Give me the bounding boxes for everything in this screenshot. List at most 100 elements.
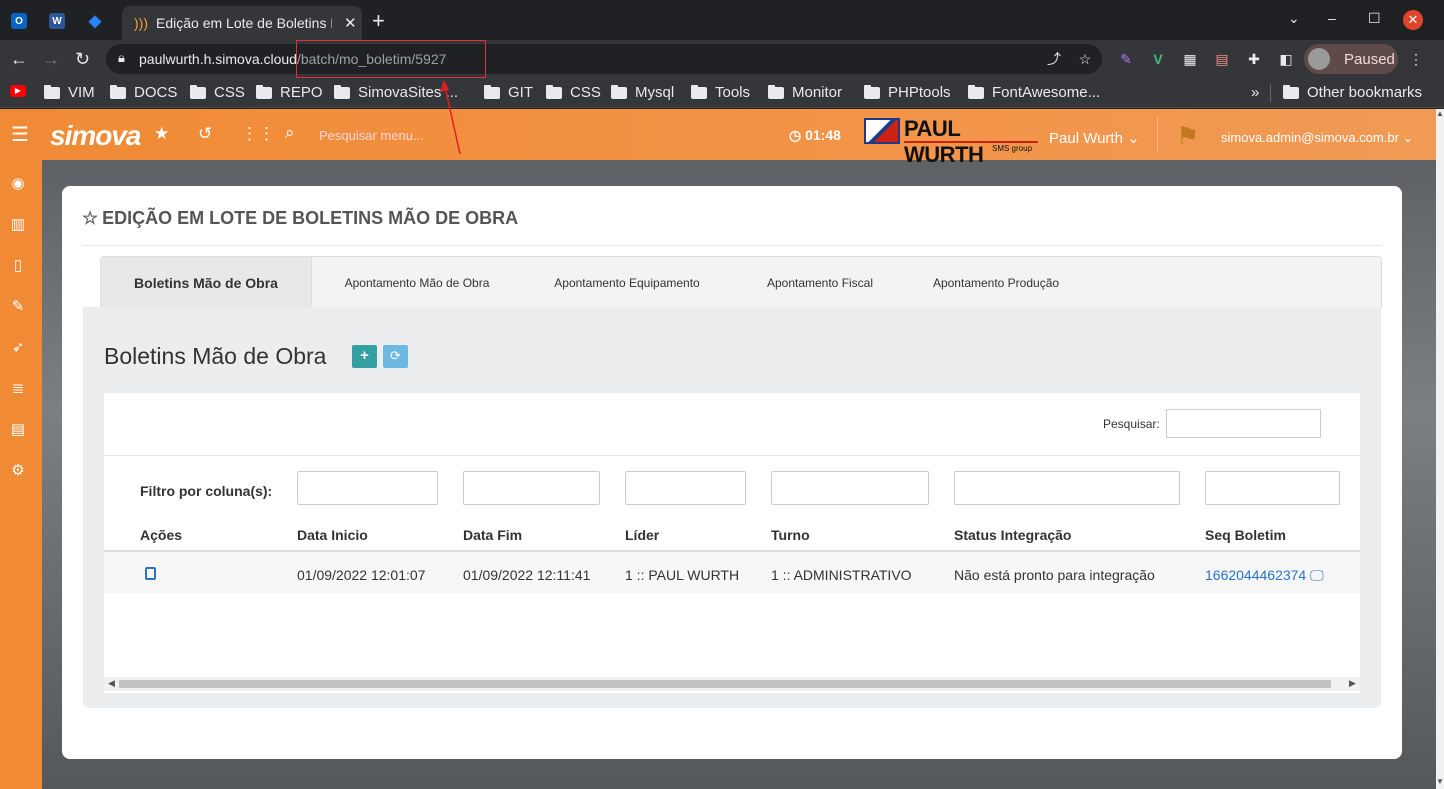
bookmark-folder[interactable]: CSS — [546, 84, 601, 101]
refresh-button[interactable]: ⟳ — [383, 345, 408, 368]
edit-mobile-icon[interactable] — [145, 567, 156, 580]
maximize-button[interactable]: ☐ — [1368, 10, 1381, 27]
filter-data-inicio-input[interactable] — [297, 471, 438, 505]
dashboard-icon[interactable]: ◉ — [9, 174, 27, 192]
column-header-acoes[interactable]: Ações — [140, 527, 182, 543]
bookmark-star-icon[interactable]: ☆ — [1077, 51, 1093, 67]
company-selector[interactable]: Paul Wurth ⌄ — [1049, 129, 1140, 147]
hamburger-menu-icon[interactable]: ☰ — [11, 122, 29, 147]
scrollbar-thumb[interactable] — [119, 680, 1331, 688]
scroll-left-icon[interactable]: ◀ — [108, 678, 115, 689]
tab-apontamento-mao-de-obra[interactable]: Apontamento Mão de Obra — [312, 257, 522, 309]
edit-icon[interactable]: ✎ — [9, 297, 27, 315]
pinned-tab-outlook[interactable]: O — [7, 9, 31, 33]
company-logo-sub: SMS group — [992, 144, 1033, 153]
pinned-tab-word[interactable]: W — [45, 9, 69, 33]
pinned-tab-jira[interactable]: ◆ — [83, 9, 107, 33]
apps-grid-icon[interactable]: ⋮⋮ — [241, 124, 275, 144]
bookmark-folder[interactable]: Tools — [691, 84, 750, 101]
rocket-icon[interactable]: ➶ — [9, 338, 27, 356]
scroll-right-icon[interactable]: ▶ — [1349, 678, 1356, 689]
table-search-input[interactable] — [1166, 409, 1321, 438]
column-header-lider[interactable]: Líder — [625, 527, 659, 543]
bookmark-folder[interactable]: VIM — [44, 84, 95, 101]
add-button[interactable]: + — [352, 345, 377, 368]
other-bookmarks-folder[interactable]: Other bookmarks — [1283, 84, 1422, 101]
bookmark-folder[interactable]: Mysql — [611, 84, 674, 101]
forward-icon[interactable]: → — [42, 49, 60, 70]
filter-turno-input[interactable] — [771, 471, 929, 505]
extensions-puzzle-icon[interactable]: ✚ — [1246, 51, 1262, 67]
horizontal-scrollbar[interactable]: ◀ ▶ — [104, 677, 1360, 691]
filter-data-fim-input[interactable] — [463, 471, 600, 505]
search-icon[interactable]: ⌕ — [285, 123, 295, 143]
favorites-star-icon[interactable]: ★ — [154, 124, 169, 144]
mobile-icon[interactable]: ▯ — [9, 256, 27, 274]
extension-grid-icon[interactable]: ▦ — [1182, 51, 1198, 67]
tab-boletins-mao-de-obra[interactable]: Boletins Mão de Obra — [101, 257, 312, 309]
filter-lider-input[interactable] — [625, 471, 746, 505]
bookmark-folder[interactable]: DOCS — [110, 84, 177, 101]
bookmarks-overflow-button[interactable]: » — [1251, 84, 1259, 101]
title-divider — [82, 245, 1382, 246]
history-icon[interactable]: ↺ — [198, 124, 212, 144]
tab-title: Edição em Lote de Boletins Mão de Obra — [156, 15, 332, 31]
page-vertical-scrollbar[interactable]: ▲ ▼ — [1436, 109, 1444, 789]
bookmark-folder[interactable]: CSS — [190, 84, 245, 101]
share-icon[interactable]: ⤴ — [1046, 51, 1062, 67]
monitor-icon[interactable]: 🖵︎ — [1310, 567, 1324, 583]
minimize-button[interactable]: – — [1328, 10, 1336, 26]
cell-data-inicio: 01/09/2022 12:01:07 — [297, 567, 426, 583]
tab-apontamento-producao[interactable]: Apontamento Produção — [906, 257, 1086, 309]
tab-search-icon[interactable]: ⌄ — [1288, 10, 1300, 27]
close-tab-icon[interactable]: ✕ — [344, 14, 357, 32]
column-header-data-inicio[interactable]: Data Inicio — [297, 527, 368, 543]
filter-seq-input[interactable] — [1205, 471, 1340, 505]
tab-apontamento-equipamento[interactable]: Apontamento Equipamento — [537, 257, 717, 309]
filter-status-input[interactable] — [954, 471, 1180, 505]
user-email: simova.admin@simova.com.br — [1221, 130, 1399, 145]
column-header-status[interactable]: Status Integração — [954, 527, 1071, 543]
bookmark-label: GIT — [508, 84, 533, 101]
tab-apontamento-fiscal[interactable]: Apontamento Fiscal — [735, 257, 905, 309]
window-close-button[interactable]: ✕ — [1403, 10, 1423, 30]
new-tab-button[interactable]: + — [372, 8, 385, 34]
document-icon[interactable]: ▤ — [9, 420, 27, 438]
column-header-turno[interactable]: Turno — [771, 527, 810, 543]
bookmark-folder[interactable]: Monitor — [768, 84, 842, 101]
tab-bar: Boletins Mão de Obra Apontamento Mão de … — [100, 256, 1382, 309]
bookmark-folder[interactable]: SimovaSites ... — [334, 84, 458, 101]
database-icon[interactable]: ≣ — [9, 379, 27, 397]
column-header-seq[interactable]: Seq Boletim — [1205, 527, 1286, 543]
bookmark-folder[interactable]: REPO — [256, 84, 323, 101]
bookmark-label: SimovaSites ... — [358, 84, 459, 101]
folder-icon — [190, 84, 206, 99]
menu-search-input[interactable]: Pesquisar menu... — [319, 128, 424, 143]
bookmark-folder[interactable]: GIT — [484, 84, 533, 101]
settings-gears-icon[interactable]: ⚙ — [9, 461, 27, 479]
column-header-data-fim[interactable]: Data Fim — [463, 527, 522, 543]
extension-vue-icon[interactable]: V — [1150, 51, 1166, 67]
active-browser-tab[interactable]: ))) Edição em Lote de Boletins Mão de Ob… — [122, 6, 362, 40]
bookmark-label: CSS — [214, 84, 245, 101]
reload-icon[interactable]: ↻ — [75, 49, 90, 70]
sidepanel-icon[interactable]: ◧ — [1278, 51, 1294, 67]
favorite-star-icon[interactable]: ☆ — [82, 208, 98, 229]
bookmark-folder[interactable]: PHPtools — [864, 84, 951, 101]
scroll-down-icon[interactable]: ▼ — [1436, 777, 1444, 786]
extension-note-icon[interactable]: ▤ — [1214, 51, 1230, 67]
youtube-bookmark[interactable]: ▶ — [10, 85, 26, 97]
bookmark-folder[interactable]: FontAwesome... — [968, 84, 1100, 101]
folder-icon — [968, 84, 984, 99]
map-icon[interactable]: ▥ — [9, 215, 27, 233]
back-icon[interactable]: ← — [10, 49, 28, 70]
scroll-up-icon[interactable]: ▲ — [1436, 109, 1444, 118]
user-menu[interactable]: simova.admin@simova.com.br ⌄ — [1221, 130, 1413, 146]
browser-menu-icon[interactable]: ⋮ — [1408, 51, 1424, 67]
extension-feather-icon[interactable]: ✎ — [1118, 51, 1134, 67]
tab-panel: Boletins Mão de Obra + ⟳ Pesquisar: Filt… — [83, 307, 1381, 708]
address-bar[interactable]: 🔒︎ paulwurth.h.simova.cloud/batch/mo_bol… — [106, 44, 1102, 74]
cell-seq-link[interactable]: 1662044462374 🖵︎ — [1205, 567, 1324, 584]
profile-button[interactable]: Paused — [1304, 44, 1398, 74]
cell-status: Não está pronto para integração — [954, 567, 1155, 583]
